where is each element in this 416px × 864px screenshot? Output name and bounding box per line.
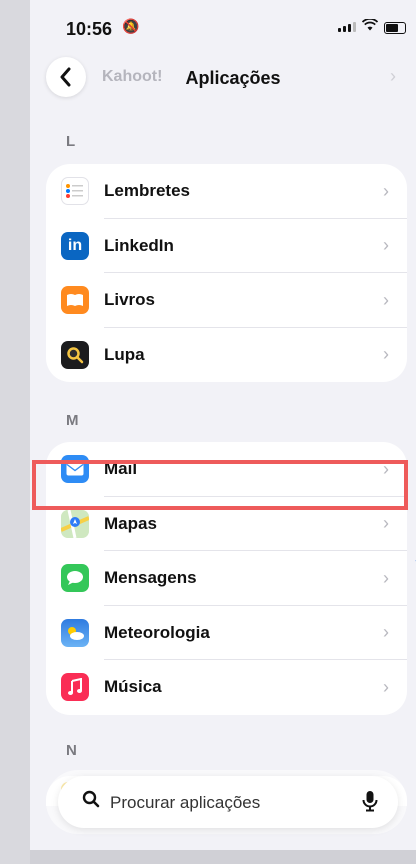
app-row-mapas[interactable]: Mapas ›	[46, 497, 407, 551]
wifi-icon	[361, 18, 379, 35]
music-icon	[61, 673, 89, 702]
books-icon	[61, 286, 89, 315]
search-bar[interactable]	[58, 776, 398, 828]
app-label: Mail	[104, 459, 138, 479]
app-row-musica[interactable]: Música ›	[46, 660, 407, 715]
app-label: LinkedIn	[104, 235, 174, 255]
chevron-right-icon: ›	[383, 458, 389, 479]
app-row-meteorologia[interactable]: Meteorologia ›	[46, 606, 407, 660]
chevron-right-icon: ›	[383, 622, 389, 643]
section-header-l: L	[66, 133, 76, 150]
app-row-linkedin[interactable]: in LinkedIn ›	[46, 219, 407, 273]
left-background	[0, 0, 30, 864]
chevron-right-icon: ›	[383, 676, 389, 697]
app-label: Música	[104, 677, 162, 697]
page-title: Aplicações	[185, 68, 281, 88]
bottom-edge	[30, 850, 416, 864]
app-row-livros[interactable]: Livros ›	[46, 273, 407, 328]
microphone-icon[interactable]	[362, 790, 378, 817]
chevron-right-icon: ›	[383, 344, 389, 365]
app-label: Lupa	[104, 344, 145, 364]
section-header-n: N	[66, 742, 77, 759]
chevron-right-icon: ›	[383, 289, 389, 310]
chevron-right-icon: ›	[383, 513, 389, 534]
app-label: Mensagens	[104, 568, 197, 588]
settings-screen: 10:56 🔕 Kahoot! › Aplicações L Lembretes…	[30, 0, 416, 864]
navigation-bar: Kahoot! › Aplicações	[30, 52, 416, 102]
app-label: Lembretes	[104, 181, 190, 201]
search-icon	[82, 790, 100, 813]
mail-icon	[61, 455, 89, 484]
messages-icon	[61, 564, 89, 593]
chevron-right-icon: ›	[383, 180, 389, 201]
app-row-mensagens[interactable]: Mensagens ›	[46, 551, 407, 606]
silent-bell-icon: 🔕	[122, 18, 140, 34]
section-header-m: M	[66, 412, 79, 429]
app-label: Mapas	[104, 513, 157, 533]
app-row-lembretes[interactable]: Lembretes ›	[46, 164, 407, 219]
cellular-signal-icon	[338, 22, 356, 32]
weather-icon	[61, 618, 89, 647]
chevron-right-icon: ›	[383, 235, 389, 256]
app-label: Livros	[104, 290, 156, 310]
reminders-icon	[61, 177, 89, 206]
app-group-l: Lembretes › in LinkedIn › Livros › Lupa	[46, 164, 407, 382]
app-group-m: Mail › Mapas › Mensagens › Meteorologia	[46, 442, 407, 715]
app-label: Meteorologia	[104, 622, 210, 642]
status-bar: 10:56 🔕	[30, 0, 416, 52]
battery-icon	[384, 22, 406, 34]
app-row-mail[interactable]: Mail ›	[46, 442, 407, 497]
status-time: 10:56	[66, 19, 113, 39]
app-row-lupa[interactable]: Lupa ›	[46, 328, 407, 383]
maps-icon	[61, 509, 89, 538]
linkedin-icon: in	[61, 231, 89, 260]
chevron-right-icon: ›	[383, 567, 389, 588]
magnifier-icon	[61, 340, 89, 369]
search-input[interactable]	[108, 788, 352, 818]
